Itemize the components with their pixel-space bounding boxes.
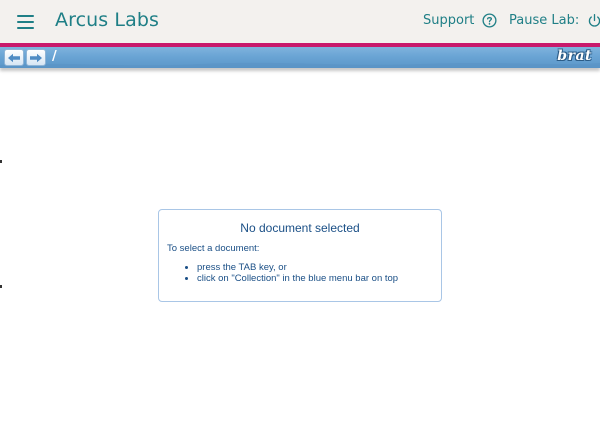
arrow-left-icon xyxy=(8,53,20,62)
pause-lab-button[interactable]: Pause Lab: xyxy=(509,13,600,28)
edge-mark xyxy=(0,160,2,163)
page: Arcus Labs Support Pause Lab: / brat No … xyxy=(0,0,600,430)
document-path[interactable]: / xyxy=(52,49,57,64)
list-item: press the TAB key, or xyxy=(197,262,398,273)
app-header: Arcus Labs Support Pause Lab: xyxy=(0,0,600,43)
power-icon xyxy=(587,13,600,28)
edge-mark xyxy=(0,285,2,288)
instruction-list: press the TAB key, or click on "Collecti… xyxy=(159,262,398,284)
no-document-title: No document selected xyxy=(240,221,360,235)
support-link[interactable]: Support xyxy=(423,13,497,28)
forward-button[interactable] xyxy=(26,49,46,66)
menu-bar-wave xyxy=(0,62,600,68)
question-circle-icon xyxy=(482,13,497,28)
arrow-right-icon xyxy=(30,53,42,62)
app-title: Arcus Labs xyxy=(55,9,160,31)
no-document-intro: To select a document: xyxy=(167,243,260,254)
back-button[interactable] xyxy=(4,49,24,66)
hamburger-menu-icon[interactable] xyxy=(17,14,35,30)
support-label: Support xyxy=(423,13,475,28)
pause-lab-label: Pause Lab: xyxy=(509,13,580,28)
no-document-message-box: No document selected To select a documen… xyxy=(158,209,442,302)
brat-logo: brat xyxy=(557,48,592,64)
list-item: click on "Collection" in the blue menu b… xyxy=(197,273,398,284)
brat-menu-bar[interactable]: / brat xyxy=(0,47,600,68)
